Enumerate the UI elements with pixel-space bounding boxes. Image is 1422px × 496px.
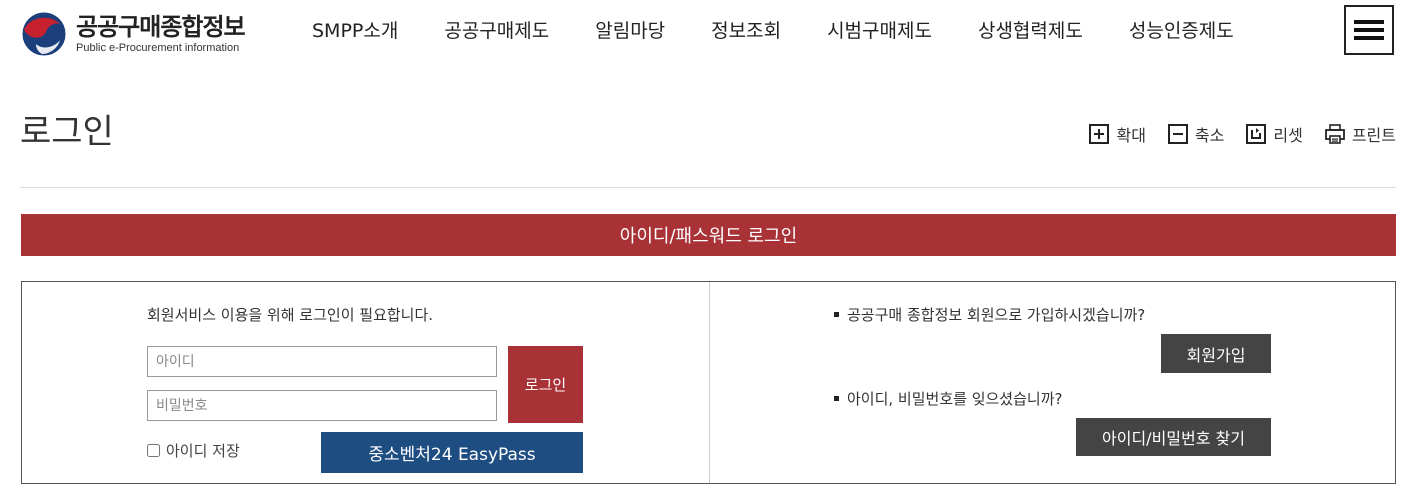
password-input[interactable] [147,390,497,421]
join-question: 공공구매 종합정보 회원으로 가입하시겠습니까? [834,304,1145,325]
login-type-bar: 아이디/패스워드 로그인 [21,214,1396,256]
zoom-in-button[interactable]: 확대 [1089,122,1146,146]
join-button[interactable]: 회원가입 [1161,334,1271,373]
nav-item-performance-cert[interactable]: 성능인증제도 [1129,17,1234,45]
login-notice: 회원서비스 이용을 위해 로그인이 필요합니다. [147,306,434,324]
reset-button[interactable]: 리셋 [1246,122,1303,146]
print-label: 프린트 [1351,126,1396,145]
nav-item-cooperation[interactable]: 상생협력제도 [978,17,1083,45]
site-logo[interactable]: 공공구매종합정보 Public e-Procurement informatio… [20,8,260,60]
save-id-checkbox[interactable] [147,444,160,457]
login-button[interactable]: 로그인 [508,346,583,423]
nav-item-info-search[interactable]: 정보조회 [711,17,781,45]
page-tools: 확대 축소 리셋 프린트 [1067,122,1396,146]
find-id-password-button[interactable]: 아이디/비밀번호 찾기 [1076,418,1271,456]
zoom-out-icon [1167,124,1188,144]
logo-text: 공공구매종합정보 Public e-Procurement informatio… [76,13,246,55]
nav-item-pilot-purchase[interactable]: 시범구매제도 [827,17,932,45]
nav-item-public-procurement[interactable]: 공공구매제도 [444,17,549,45]
hamburger-menu-button[interactable] [1344,5,1394,55]
login-box: 회원서비스 이용을 위해 로그인이 필요합니다. 로그인 아이디 저장 중소벤처… [21,281,1396,484]
find-question-text: 아이디, 비밀번호를 잊으셨습니까? [847,390,1063,408]
find-question: 아이디, 비밀번호를 잊으셨습니까? [834,388,1062,409]
join-question-text: 공공구매 종합정보 회원으로 가입하시겠습니까? [847,306,1146,324]
easypass-button[interactable]: 중소벤처24 EasyPass [321,432,583,473]
hamburger-icon [1354,20,1384,24]
title-divider [20,187,1396,188]
save-id-label: 아이디 저장 [166,442,240,460]
nav-item-smpp-intro[interactable]: SMPP소개 [312,17,398,45]
logo-subtitle: Public e-Procurement information [76,42,240,54]
save-id-option[interactable]: 아이디 저장 [147,440,240,461]
reset-label: 리셋 [1273,126,1303,145]
print-icon [1324,124,1345,144]
bullet-icon [834,396,839,401]
zoom-in-icon [1089,124,1110,144]
site-header: 공공구매종합정보 Public e-Procurement informatio… [0,0,1422,64]
print-button[interactable]: 프린트 [1324,122,1396,146]
zoom-out-button[interactable]: 축소 [1167,122,1225,146]
zoom-out-label: 축소 [1194,126,1225,145]
hamburger-icon-line [1354,36,1384,40]
nav-item-notice[interactable]: 알림마당 [595,17,665,45]
hamburger-icon-line [1354,28,1384,32]
main-nav: SMPP소개 공공구매제도 알림마당 정보조회 시범구매제도 상생협력제도 성능… [312,17,1280,45]
reset-icon [1246,124,1267,144]
column-divider [709,282,710,483]
page-title: 로그인 [20,112,114,152]
zoom-in-label: 확대 [1116,126,1146,145]
logo-title: 공공구매종합정보 [76,13,246,41]
taegeuk-logo-icon [21,11,67,57]
id-input[interactable] [147,346,497,377]
bullet-icon [834,312,839,317]
